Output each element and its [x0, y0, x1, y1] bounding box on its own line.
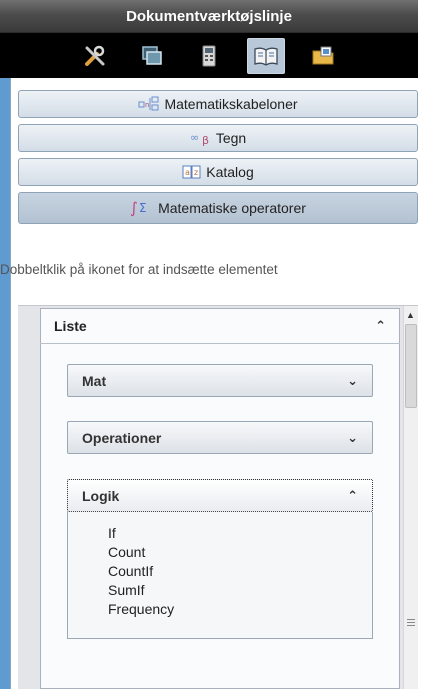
tools-button[interactable]	[76, 38, 114, 74]
subsection-mat-label: Mat	[82, 372, 107, 389]
liste-label: Liste	[54, 317, 87, 334]
toolbar-title-text: Dokumentværktøjslinje	[126, 7, 292, 25]
section-symbols-label: Tegn	[215, 130, 247, 146]
calculator-icon	[202, 45, 216, 66]
subsection-mat[interactable]: Mat ⌄	[67, 364, 373, 397]
section-math-templates-label: Matematikskabeloner	[164, 96, 298, 112]
svg-text:∫: ∫	[130, 199, 138, 217]
svg-text:a: a	[185, 168, 190, 177]
section-math-templates[interactable]: n Matematikskabeloner	[18, 90, 418, 118]
section-catalog-label: Katalog	[206, 164, 254, 180]
utilities-button[interactable]	[247, 37, 285, 74]
chevron-down-icon: ⌄	[347, 372, 358, 388]
chevron-up-icon: ⌃	[375, 317, 386, 333]
chevron-down-icon: ⌄	[347, 429, 358, 445]
page-sorter-button[interactable]	[133, 38, 171, 74]
utilities-book-icon	[254, 47, 278, 66]
section-symbols[interactable]: ∞ β Tegn	[18, 124, 418, 152]
scrollbar-thumb[interactable]	[405, 324, 417, 408]
subsection-logik-label: Logik	[82, 487, 120, 504]
window-edge	[418, 0, 430, 689]
logik-list: If Count CountIf SumIf Frequency	[67, 512, 373, 639]
chevron-up-icon: ⌃	[347, 487, 358, 503]
subsection-operationer-label: Operationer	[82, 429, 162, 446]
math-templates-icon: n	[138, 96, 160, 112]
section-math-operators-label: Matematiske operatorer	[158, 200, 306, 216]
document-toolbar	[0, 33, 418, 78]
section-math-operators[interactable]: ∫ Σ Matematiske operatorer	[18, 192, 418, 224]
symbols-icon: ∞ β	[190, 130, 212, 146]
scrollbar-grip-icon	[405, 617, 417, 627]
panel-accent-strip	[0, 78, 10, 689]
list-item-frequency[interactable]: Frequency	[108, 600, 372, 619]
catalog-icon: a z	[182, 164, 202, 180]
content-explorer-button[interactable]	[304, 38, 342, 74]
toolbar-title: Dokumentværktøjslinje	[0, 0, 418, 33]
scroll-up-arrow-icon[interactable]: ▲	[403, 306, 418, 324]
svg-text:Σ: Σ	[139, 201, 147, 215]
list-item-count[interactable]: Count	[108, 543, 372, 562]
svg-text:n: n	[145, 101, 149, 109]
svg-text:z: z	[194, 168, 198, 177]
svg-text:β: β	[202, 134, 209, 146]
math-operators-icon: ∫ Σ	[130, 199, 154, 217]
list-item-if[interactable]: If	[108, 524, 372, 543]
svg-text:∞: ∞	[190, 131, 199, 144]
subsection-operationer[interactable]: Operationer ⌄	[67, 421, 373, 454]
insert-hint: Dobbeltklik på ikonet for at indsætte el…	[0, 262, 278, 277]
subsection-logik[interactable]: Logik ⌃	[67, 479, 373, 512]
tools-icon	[85, 45, 105, 66]
calculator-button[interactable]	[190, 38, 228, 74]
list-item-countif[interactable]: CountIf	[108, 562, 372, 581]
liste-header[interactable]: Liste ⌃	[40, 308, 400, 344]
section-catalog[interactable]: a z Katalog	[18, 158, 418, 186]
content-explorer-icon	[312, 46, 334, 64]
list-item-sumif[interactable]: SumIf	[108, 581, 372, 600]
page-sorter-icon	[142, 45, 162, 65]
